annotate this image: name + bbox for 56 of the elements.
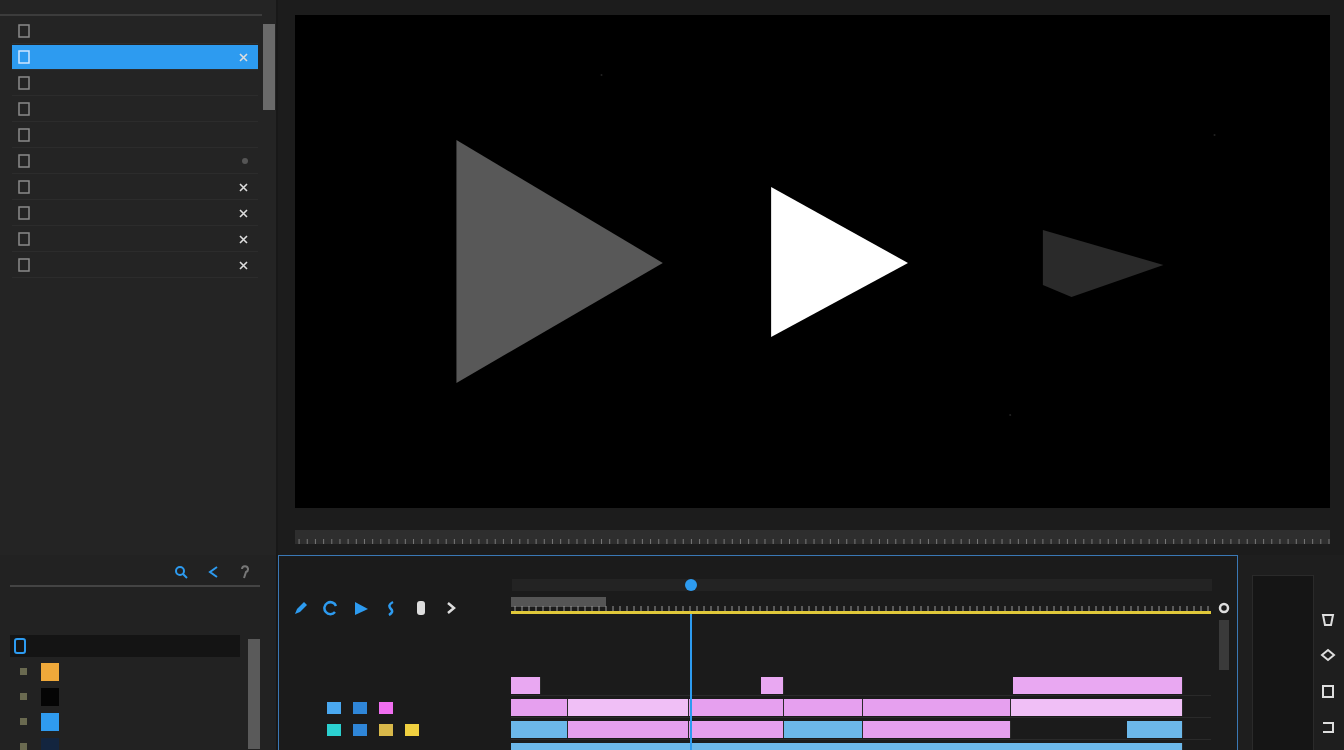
timeline-clip[interactable] xyxy=(511,677,542,694)
close-icon[interactable] xyxy=(239,208,248,218)
trash-icon[interactable] xyxy=(1320,611,1336,627)
timeline-clip[interactable] xyxy=(863,699,1011,716)
rotate-icon[interactable] xyxy=(323,600,339,616)
document-icon xyxy=(18,76,30,90)
timeline-clip[interactable] xyxy=(688,721,784,738)
settings-icon[interactable] xyxy=(1218,602,1230,614)
scrollbar-thumb[interactable] xyxy=(248,639,260,749)
folder-icon xyxy=(14,638,26,654)
copy-icon[interactable] xyxy=(1320,683,1336,699)
timeline-clip[interactable] xyxy=(1012,677,1183,694)
frame-icon[interactable] xyxy=(1320,719,1336,735)
expand-icon[interactable] xyxy=(20,743,27,750)
document-icon xyxy=(18,50,30,64)
expand-icon[interactable] xyxy=(20,718,27,725)
timeline-clip[interactable] xyxy=(688,699,784,716)
playhead-track[interactable] xyxy=(512,579,1212,591)
timeline-clip[interactable] xyxy=(1127,721,1183,738)
track-swatch[interactable] xyxy=(379,702,393,714)
back-icon[interactable] xyxy=(206,565,220,579)
play-icon[interactable] xyxy=(353,600,369,616)
timeline-clip[interactable] xyxy=(511,699,568,716)
track-swatch[interactable] xyxy=(405,724,419,736)
track-swatch[interactable] xyxy=(379,724,393,736)
document-icon xyxy=(18,206,30,220)
document-icon xyxy=(18,232,30,246)
document-icon xyxy=(18,154,30,168)
document-icon xyxy=(18,258,30,272)
timeline-clip[interactable] xyxy=(784,699,864,716)
timeline-clip[interactable] xyxy=(567,699,689,716)
track-swatch[interactable] xyxy=(353,724,367,736)
timeline-clip[interactable] xyxy=(511,721,568,738)
document-icon xyxy=(18,102,30,116)
timeline-clip[interactable] xyxy=(760,677,784,694)
scrollbar-thumb[interactable] xyxy=(1219,620,1229,670)
sidebar-item[interactable] xyxy=(12,45,258,70)
timeline-clip[interactable] xyxy=(863,721,1011,738)
expand-icon[interactable] xyxy=(20,668,27,675)
close-icon[interactable] xyxy=(239,182,248,192)
document-icon xyxy=(18,180,30,194)
timeline-clip[interactable] xyxy=(784,721,864,738)
close-icon[interactable] xyxy=(239,260,248,270)
timeline-clip[interactable] xyxy=(1010,699,1183,716)
document-icon xyxy=(18,24,30,38)
timeline-clip[interactable] xyxy=(567,721,689,738)
scrollbar-thumb[interactable] xyxy=(263,24,275,110)
document-icon xyxy=(18,128,30,142)
close-icon[interactable] xyxy=(239,234,248,244)
track-swatch[interactable] xyxy=(327,724,341,736)
track-swatch[interactable] xyxy=(353,702,367,714)
expand-icon[interactable] xyxy=(20,693,27,700)
playhead[interactable] xyxy=(684,579,697,591)
pencil-icon[interactable] xyxy=(293,600,309,616)
track-swatch[interactable] xyxy=(327,702,341,714)
search-icon[interactable] xyxy=(174,565,188,579)
